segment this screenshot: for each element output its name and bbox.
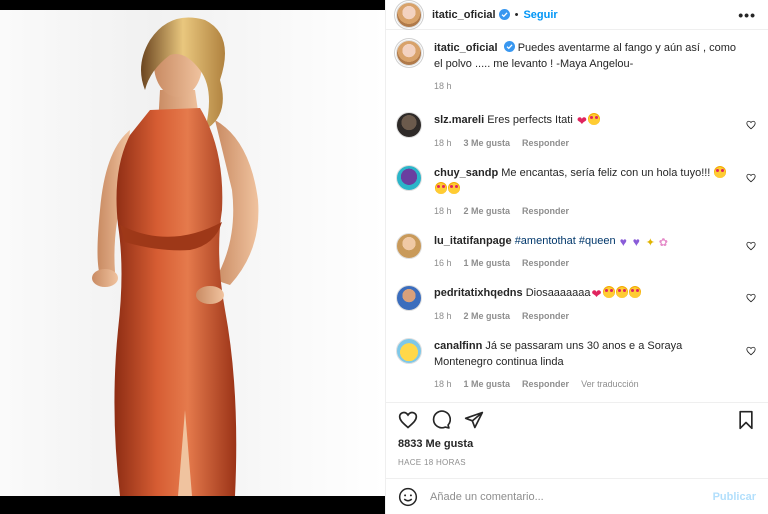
follow-button[interactable]: Seguir (523, 9, 557, 21)
comment-username[interactable]: pedritatixhqedns (434, 287, 523, 299)
comment-time: 18 h (434, 138, 452, 148)
reply-button[interactable]: Responder (522, 255, 569, 271)
heart-eyes-emoji (615, 286, 628, 298)
comment-avatar[interactable] (396, 285, 422, 311)
heart-eyes-emoji (587, 113, 600, 125)
comment-avatar[interactable] (396, 165, 422, 191)
comment-likes[interactable]: 2 Me gusta (464, 308, 511, 324)
photo-pane (0, 0, 385, 514)
caption-meta: 18 h (434, 78, 736, 94)
comment-row: canalfinn Já se passaram uns 30 anos e a… (396, 338, 756, 392)
post-timestamp: HACE 18 HORAS (398, 458, 466, 467)
comment-username[interactable]: chuy_sandp (434, 167, 498, 179)
share-icon[interactable] (464, 410, 484, 430)
verified-badge-icon (498, 9, 510, 20)
bookmark-icon[interactable] (736, 410, 756, 430)
comment-meta: 18 h 2 Me gusta Responder (434, 308, 736, 324)
separator-dot: • (514, 8, 519, 21)
add-comment-bar: Publicar (386, 478, 768, 514)
translate-button[interactable]: Ver traducción (581, 376, 639, 392)
comment-username[interactable]: lu_itatifanpage (434, 235, 512, 247)
comment-time: 16 h (434, 258, 452, 268)
reply-button[interactable]: Responder (522, 135, 569, 151)
comment-username[interactable]: slz.mareli (434, 114, 484, 126)
comment-body: chuy_sandp Me encantas, sería feliz con … (434, 165, 756, 219)
comment-likes[interactable]: 1 Me gusta (464, 255, 511, 271)
comment-input[interactable] (430, 490, 713, 503)
comment-text: Me encantas, sería feliz con un hola tuy… (501, 167, 711, 179)
reply-button[interactable]: Responder (522, 376, 569, 392)
post-sidebar: itatic_oficial • Seguir ••• itatic_ofici… (385, 0, 768, 514)
comment-body: slz.mareli Eres perfects Itati ❤ 18 h 3 … (434, 112, 756, 151)
more-icon[interactable]: ••• (738, 7, 756, 23)
verified-badge-icon (503, 41, 515, 52)
red-heart-emoji: ❤ (591, 287, 602, 301)
caption-avatar[interactable] (396, 40, 422, 66)
publish-button[interactable]: Publicar (713, 491, 756, 503)
comment-meta: 18 h 1 Me gusta Responder Ver traducción (434, 376, 736, 392)
heart-icon[interactable] (746, 346, 756, 356)
comment-likes[interactable]: 1 Me gusta (464, 376, 511, 392)
heart-eyes-emoji (448, 182, 460, 194)
comment-meta: 16 h 1 Me gusta Responder (434, 255, 736, 271)
heart-eyes-emoji (714, 166, 727, 178)
author-username[interactable]: itatic_oficial (432, 9, 496, 21)
comment-body: canalfinn Já se passaram uns 30 anos e a… (434, 338, 756, 392)
comment-meta: 18 h 3 Me gusta Responder (434, 135, 736, 151)
caption: itatic_oficial Puedes aventarme al fango… (396, 40, 756, 94)
instagram-post: itatic_oficial • Seguir ••• itatic_ofici… (0, 0, 768, 514)
comment-username[interactable]: canalfinn (434, 340, 482, 352)
heart-eyes-emoji (602, 286, 615, 298)
caption-username[interactable]: itatic_oficial (434, 42, 498, 54)
comment-avatar[interactable] (396, 233, 422, 259)
comment-likes[interactable]: 2 Me gusta (464, 203, 511, 219)
heart-icon[interactable] (398, 410, 418, 430)
author-avatar[interactable] (396, 1, 422, 28)
action-bar (386, 402, 768, 436)
comment-text: Eres perfects Itati (487, 114, 573, 126)
purple-heart-emoji: ♥ (619, 235, 627, 249)
comment-row: pedritatixhqedns Diosaaaaaaa❤ 18 h 2 Me … (396, 285, 756, 324)
purple-heart-emoji: ♥ (632, 235, 640, 249)
comment-body: pedritatixhqedns Diosaaaaaaa❤ 18 h 2 Me … (434, 285, 756, 324)
comment-avatar[interactable] (396, 112, 422, 138)
comment-icon[interactable] (431, 409, 451, 430)
comment-time: 18 h (434, 311, 452, 321)
blossom-emoji: ✿ (658, 237, 668, 249)
sparkles-emoji: ✦ (645, 237, 655, 249)
comment-likes[interactable]: 3 Me gusta (464, 135, 511, 151)
reply-button[interactable]: Responder (522, 203, 569, 219)
heart-icon[interactable] (746, 120, 756, 130)
post-header: itatic_oficial • Seguir ••• (386, 0, 768, 30)
heart-eyes-emoji (628, 286, 641, 298)
red-heart-emoji: ❤ (576, 114, 587, 128)
caption-time: 18 h (434, 81, 452, 91)
comment-row: slz.mareli Eres perfects Itati ❤ 18 h 3 … (396, 112, 756, 151)
comment-row: lu_itatifanpage #amentothat #queen ♥ ♥ ✦ ✿ … (396, 233, 756, 271)
comment-text: Diosaaaaaaa (525, 287, 591, 299)
comment-meta: 18 h 2 Me gusta Responder (434, 203, 736, 219)
comments-list: itatic_oficial Puedes aventarme al fango… (386, 30, 768, 402)
caption-body: itatic_oficial Puedes aventarme al fango… (434, 40, 756, 94)
comment-avatar[interactable] (396, 338, 422, 364)
post-photo[interactable] (0, 10, 385, 496)
hashtag-link[interactable]: #queen (579, 235, 616, 247)
reply-button[interactable]: Responder (522, 308, 569, 324)
comment-body: lu_itatifanpage #amentothat #queen ♥ ♥ ✦ ✿ … (434, 233, 756, 271)
comment-row: chuy_sandp Me encantas, sería feliz con … (396, 165, 756, 219)
heart-icon[interactable] (746, 293, 756, 303)
comment-time: 18 h (434, 379, 452, 389)
likes-count[interactable]: 8833 Me gusta (386, 436, 768, 454)
hashtag-link[interactable]: #amentothat (515, 235, 576, 247)
heart-icon[interactable] (746, 241, 756, 251)
comment-time: 18 h (434, 206, 452, 216)
emoji-icon[interactable] (398, 487, 418, 507)
woman-in-orange-dress-image (92, 17, 259, 496)
heart-icon[interactable] (746, 173, 756, 183)
heart-eyes-emoji (435, 182, 447, 194)
